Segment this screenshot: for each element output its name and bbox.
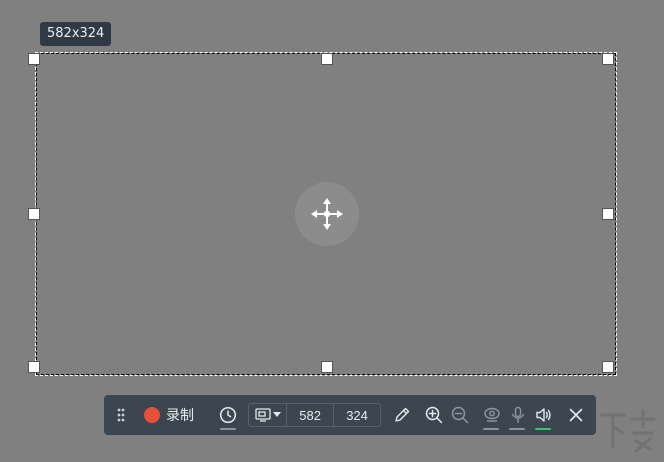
clock-underline — [220, 428, 236, 430]
resize-handle-right[interactable] — [602, 208, 614, 220]
drag-grip-icon[interactable] — [116, 407, 126, 423]
selection-size-badge: 582x324 — [40, 22, 112, 46]
watermark-logo-icon — [598, 405, 658, 457]
zoom-out-icon[interactable] — [450, 405, 470, 425]
move-handle[interactable] — [295, 182, 359, 246]
screen-select-icon — [254, 408, 271, 422]
speaker-icon[interactable] — [534, 405, 554, 425]
screen-select-button[interactable] — [249, 404, 288, 426]
record-dot-icon — [144, 407, 160, 423]
resize-handle-bottom-right[interactable] — [602, 361, 614, 373]
resize-handle-top[interactable] — [321, 53, 333, 65]
record-label: 录制 — [166, 408, 194, 424]
chevron-down-icon — [272, 412, 281, 418]
webcam-icon[interactable] — [482, 405, 502, 425]
capture-region[interactable] — [28, 52, 617, 376]
resize-handle-left[interactable] — [28, 208, 40, 220]
close-icon[interactable] — [566, 405, 586, 425]
resize-handle-top-right[interactable] — [602, 53, 614, 65]
webcam-underline — [483, 428, 499, 430]
pen-icon[interactable] — [392, 405, 412, 425]
speaker-active-underline — [535, 428, 551, 430]
resize-handle-bottom[interactable] — [321, 361, 333, 373]
height-input[interactable]: 324 — [334, 404, 380, 426]
zoom-in-icon[interactable] — [424, 405, 444, 425]
dimension-box: 582 324 — [248, 403, 381, 427]
recording-toolbar: 录制 582 324 — [104, 395, 596, 435]
microphone-underline — [509, 428, 525, 430]
resize-handle-top-left[interactable] — [28, 53, 40, 65]
resize-handle-bottom-left[interactable] — [28, 361, 40, 373]
record-button[interactable]: 录制 — [144, 405, 194, 425]
width-input[interactable]: 582 — [287, 404, 335, 426]
microphone-icon[interactable] — [508, 405, 528, 425]
move-icon — [310, 197, 344, 231]
clock-icon[interactable] — [218, 405, 238, 425]
